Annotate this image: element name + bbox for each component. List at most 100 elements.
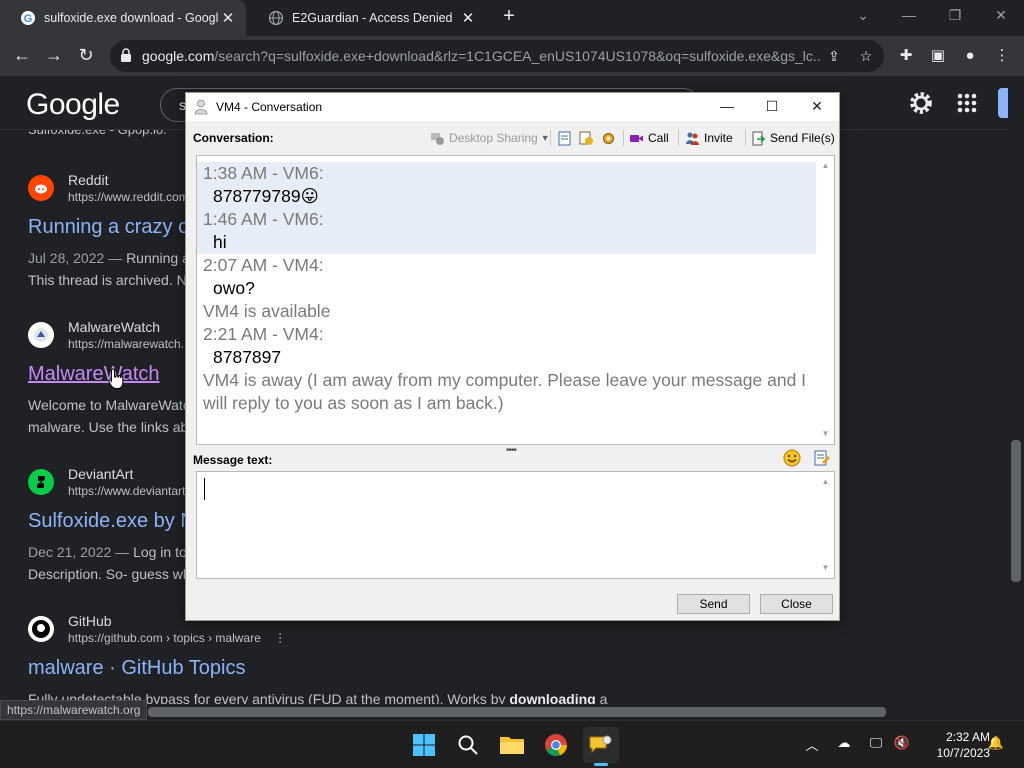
link-status-bubble: https://malwarewatch.org bbox=[0, 700, 148, 720]
status-message: VM4 is away (I am away from my computer.… bbox=[203, 370, 807, 413]
extensions-icon[interactable]: ✚ bbox=[894, 44, 918, 68]
side-panel-icon[interactable]: ▣ bbox=[926, 44, 950, 68]
result-desc-line: This thread is archived. N bbox=[28, 272, 187, 288]
close-icon[interactable]: ✕ bbox=[218, 9, 238, 27]
message-body: 878779789😛 bbox=[203, 185, 816, 208]
scrollbar-thumb[interactable] bbox=[1011, 440, 1021, 582]
contact-card-icon[interactable] bbox=[557, 131, 572, 146]
profile-icon[interactable]: ● bbox=[958, 44, 982, 68]
clock[interactable]: 2:32 AM 10/7/2023 bbox=[920, 729, 990, 761]
more-menu-icon[interactable]: ⋮ bbox=[990, 44, 1014, 68]
call-label: Call bbox=[648, 131, 669, 145]
desktop-sharing-label: Desktop Sharing bbox=[449, 131, 538, 145]
gear-icon[interactable] bbox=[908, 90, 934, 116]
profile-avatar[interactable] bbox=[998, 88, 1008, 118]
plugins-gear-icon[interactable] bbox=[601, 131, 616, 146]
scrollbar-thumb[interactable] bbox=[148, 707, 886, 717]
input-scrollbar[interactable]: ▲ ▼ bbox=[817, 472, 834, 578]
send-files-label: Send File(s) bbox=[770, 131, 835, 145]
result-date: Dec 21, 2022 — bbox=[28, 544, 134, 560]
back-arrow-icon[interactable]: ← bbox=[10, 44, 34, 68]
history-icon[interactable] bbox=[579, 131, 594, 146]
search-result: GitHub https://github.com › topics › mal… bbox=[28, 613, 728, 704]
message-text: 8787897 bbox=[213, 347, 282, 367]
google-logo[interactable]: Google bbox=[26, 88, 120, 122]
history-scrollbar[interactable]: ▲ ▼ bbox=[817, 156, 834, 444]
file-explorer-button[interactable] bbox=[494, 727, 530, 763]
result-site-name: DeviantArt bbox=[68, 466, 134, 482]
result-title-link[interactable]: malware · GitHub Topics bbox=[28, 657, 728, 680]
message-header: 1:38 AM - VM6: bbox=[203, 163, 324, 183]
chrome-button[interactable] bbox=[538, 727, 574, 763]
desktop-sharing-icon bbox=[431, 132, 444, 145]
close-icon[interactable]: ✕ bbox=[458, 9, 478, 27]
page-horizontal-scrollbar[interactable] bbox=[0, 704, 1008, 720]
windows-logo-icon bbox=[413, 734, 435, 756]
message-entry: 1:38 AM - VM6: 878779789😛 bbox=[197, 162, 816, 208]
close-window-button[interactable]: ✕ bbox=[797, 97, 837, 117]
star-icon[interactable]: ☆ bbox=[856, 46, 876, 66]
search-icon bbox=[458, 735, 478, 755]
scroll-down-arrow-icon[interactable]: ▼ bbox=[817, 560, 834, 576]
minimize-button[interactable]: — bbox=[886, 4, 932, 28]
tab-title: sulfoxide.exe download - Google bbox=[44, 11, 218, 25]
toolbar-separator bbox=[745, 130, 746, 146]
new-tab-button[interactable]: + bbox=[498, 6, 520, 28]
invite-button[interactable]: Invite bbox=[685, 127, 733, 149]
messenger-person-icon bbox=[194, 99, 208, 115]
chevron-up-icon[interactable]: ︿ bbox=[802, 735, 822, 754]
forward-arrow-icon[interactable]: → bbox=[42, 44, 66, 68]
svg-text:G: G bbox=[24, 13, 33, 25]
message-header: 2:21 AM - VM4: bbox=[203, 324, 324, 344]
notification-bell-icon[interactable]: 🔔 bbox=[986, 735, 1006, 751]
network-icon[interactable]: 🖵 bbox=[866, 735, 886, 751]
folder-icon bbox=[500, 737, 524, 754]
tab-e2guardian[interactable]: E2Guardian - Access Denied ✕ bbox=[248, 0, 486, 36]
dropdown-arrow-icon: ▼ bbox=[540, 133, 550, 143]
scroll-down-arrow-icon[interactable]: ▼ bbox=[817, 426, 834, 442]
restore-button[interactable]: ❐ bbox=[932, 4, 978, 28]
conversation-history[interactable]: 1:38 AM - VM6: 878779789😛 1:46 AM - VM6:… bbox=[196, 155, 835, 445]
onedrive-icon[interactable]: ☁ bbox=[834, 735, 854, 751]
call-button[interactable]: Call bbox=[629, 127, 669, 149]
text-format-icon[interactable] bbox=[813, 449, 831, 467]
more-options-icon[interactable]: ⋮ bbox=[274, 631, 286, 645]
message-text: hi bbox=[213, 232, 227, 252]
reload-icon[interactable]: ↻ bbox=[74, 44, 98, 68]
tongue-emoji-icon: 😛 bbox=[300, 186, 319, 206]
tab-google-search[interactable]: G sulfoxide.exe download - Google ✕ bbox=[0, 0, 246, 36]
send-files-button[interactable]: Send File(s) bbox=[751, 127, 835, 149]
maximize-button[interactable]: ☐ bbox=[752, 97, 792, 117]
result-site-name: Reddit bbox=[68, 172, 109, 188]
window-titlebar[interactable]: VM4 - Conversation — ☐ ✕ bbox=[186, 93, 839, 121]
page-vertical-scrollbar[interactable] bbox=[1008, 76, 1024, 704]
chevron-down-icon[interactable]: ⌄ bbox=[840, 4, 886, 28]
globe-icon bbox=[268, 10, 284, 26]
close-button[interactable]: Close bbox=[760, 594, 833, 614]
search-button[interactable] bbox=[450, 727, 486, 763]
messenger-button[interactable] bbox=[583, 727, 619, 763]
splitter-handle[interactable]: •••• bbox=[506, 445, 517, 456]
send-button[interactable]: Send bbox=[677, 594, 750, 614]
clock-date: 10/7/2023 bbox=[936, 746, 990, 760]
url-text: google.com/search?q=sulfoxide.exe+downlo… bbox=[142, 48, 822, 64]
window-title: VM4 - Conversation bbox=[216, 100, 323, 114]
hand-cursor-icon bbox=[108, 368, 124, 389]
scroll-up-arrow-icon[interactable]: ▲ bbox=[817, 158, 834, 174]
result-url: https://malwarewatch. bbox=[68, 337, 185, 351]
message-text: owo? bbox=[213, 278, 255, 298]
desktop-sharing-button[interactable]: Desktop Sharing ▼ bbox=[430, 127, 550, 149]
apps-grid-icon[interactable] bbox=[956, 92, 978, 114]
toolbar-separator bbox=[678, 130, 679, 146]
close-window-button[interactable]: ✕ bbox=[978, 4, 1024, 28]
scroll-up-arrow-icon[interactable]: ▲ bbox=[817, 474, 834, 490]
start-button[interactable] bbox=[406, 727, 442, 763]
message-input[interactable]: ▲ ▼ bbox=[196, 471, 835, 579]
smiley-icon[interactable] bbox=[783, 449, 801, 467]
taskbar: ︿ ☁ 🖵 🔇 2:32 AM 10/7/2023 🔔 bbox=[0, 720, 1024, 768]
minimize-button[interactable]: — bbox=[707, 97, 747, 117]
volume-muted-icon[interactable]: 🔇 bbox=[892, 735, 912, 751]
share-icon[interactable]: ⇪ bbox=[824, 46, 844, 66]
result-site-name: MalwareWatch bbox=[68, 319, 161, 335]
address-bar[interactable]: google.com/search?q=sulfoxide.exe+downlo… bbox=[110, 40, 884, 72]
